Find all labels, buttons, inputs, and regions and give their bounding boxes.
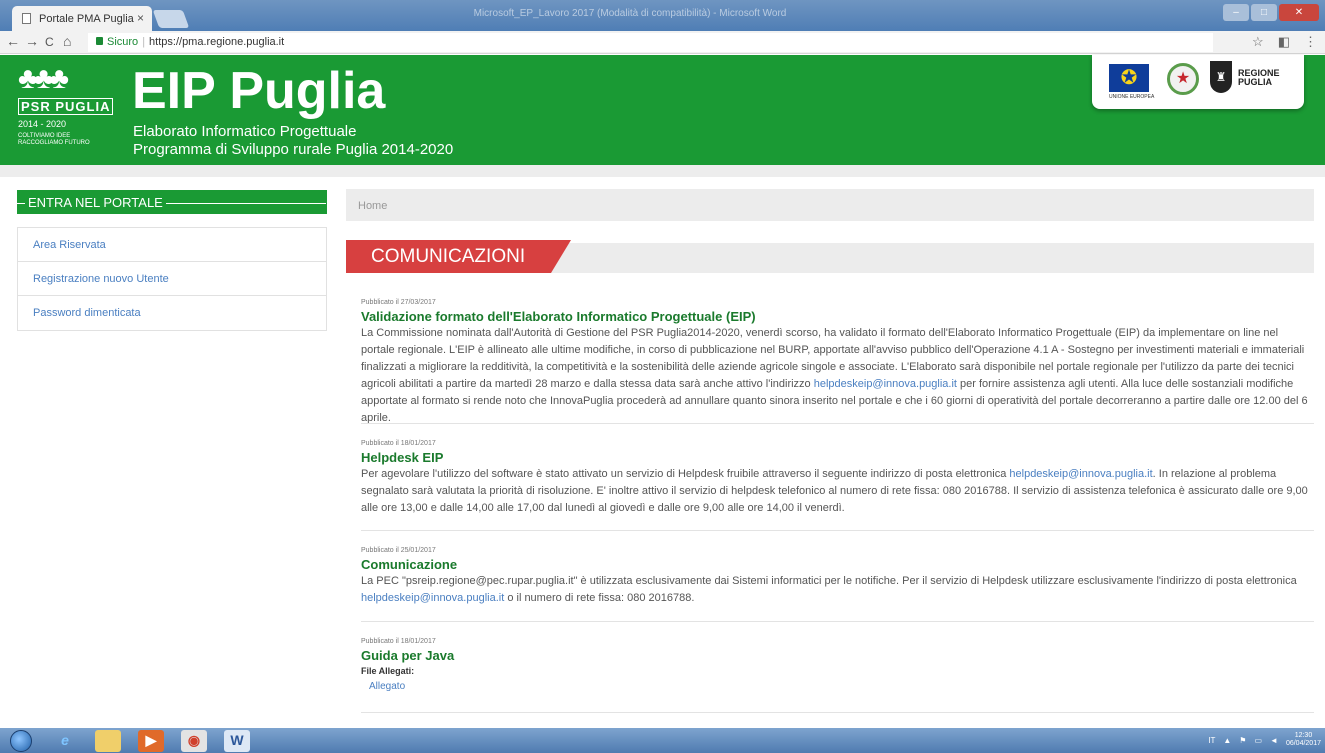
flag-icon[interactable]: ⚑ [1239,736,1246,745]
minimize-button[interactable]: – [1223,4,1249,21]
site-subtitle-1: Elaborato Informatico Progettuale [133,123,357,140]
regione-puglia-crest-icon: ♜ [1210,61,1232,93]
news-item: Pubblicato il 18/01/2017 Helpdesk EIP Pe… [361,439,1313,517]
logo-motto-1: COLTIVIAMO IDEE [18,133,71,139]
news-title[interactable]: Guida per Java [361,647,1313,664]
breadcrumb-home[interactable]: Home [358,200,387,212]
address-bar[interactable]: Sicuro | https://pma.regione.puglia.it [88,33,1213,52]
news-title[interactable]: Helpdesk EIP [361,449,1313,466]
start-button[interactable] [10,730,32,752]
network-icon[interactable]: ▭ [1254,736,1262,745]
news-title[interactable]: Comunicazione [361,556,1313,573]
news-divider [361,530,1314,531]
logo-name: PSR PUGLIA [18,98,114,115]
clock[interactable]: 12:30 06/04/2017 [1286,732,1321,748]
browser-toolbar: ← → C ⌂ Sicuro | https://pma.regione.pugli… [0,31,1325,54]
section-title: COMUNICAZIONI [346,240,571,273]
email-link[interactable]: helpdeskeip@innova.puglia.it [1009,468,1152,480]
site-subtitle-2: Programma di Sviluppo rurale Puglia 2014… [133,141,454,158]
news-date: Pubblicato il 18/01/2017 [361,638,436,645]
media-player-icon[interactable]: ▶ [138,730,164,752]
extension-icon[interactable]: ◧ [1278,34,1290,50]
sidebar-item-registrazione[interactable]: Registrazione nuovo Utente [18,262,326,296]
logo-motto-2: RACCOGLIAMO FUTURO [18,140,90,146]
trees-icon: ♣♣♣ [18,62,69,95]
reload-icon[interactable]: C [45,35,54,49]
window-controls: – □ ✕ [1223,4,1319,21]
maximize-button[interactable]: □ [1251,4,1277,21]
language-indicator[interactable]: IT [1208,736,1215,745]
partner-logos: ✪ UNIONE EUROPEA ★ ♜ REGIONE PUGLIA [1092,55,1304,109]
sidebar-heading: ENTRA NEL PORTALE [17,190,327,214]
news-date: Pubblicato il 27/03/2017 [361,299,436,306]
email-link[interactable]: helpdeskeip@innova.puglia.it [361,592,504,604]
toolbar-icons: ☆ ◧ ⋮ [1252,34,1317,50]
news-text: Per agevolare l'utilizzo del software è … [361,468,1308,514]
psr-puglia-logo[interactable]: ♣♣♣ PSR PUGLIA 2014 - 2020 COLTIVIAMO ID… [18,61,118,159]
tab-title: Portale PMA Puglia [39,13,134,25]
volume-icon[interactable]: ◄ [1270,736,1278,745]
news-item: Pubblicato il 25/01/2017 Comunicazione L… [361,546,1313,607]
news-date: Pubblicato il 18/01/2017 [361,440,436,447]
sidebar-item-area-riservata[interactable]: Area Riservata [18,228,326,262]
url-text: https://pma.regione.puglia.it [149,36,285,48]
news-title[interactable]: Validazione formato dell'Elaborato Infor… [361,308,1313,325]
close-window-button[interactable]: ✕ [1279,4,1319,21]
home-icon[interactable]: ⌂ [63,33,71,49]
sidebar-menu: Area Riservata Registrazione nuovo Utent… [17,227,327,331]
word-icon[interactable]: W [224,730,250,752]
explorer-icon[interactable] [95,730,121,752]
browser-tab[interactable]: Portale PMA Puglia × [12,6,152,31]
back-icon[interactable]: ← [6,33,20,49]
logo-years: 2014 - 2020 [18,119,67,129]
chrome-icon[interactable]: ◉ [181,730,207,752]
window-title: Microsoft_EP_Lavoro 2017 (Modalità di co… [473,8,787,19]
tray-arrow-icon[interactable]: ▲ [1223,736,1231,745]
email-link[interactable]: helpdeskeip@innova.puglia.it [814,378,957,390]
eu-flag-icon: ✪ [1109,64,1149,92]
news-divider [361,712,1314,713]
tab-close-icon[interactable]: × [137,11,144,25]
secure-label: Sicuro [107,36,139,48]
browser-titlebar: Portale PMA Puglia × Microsoft_EP_Lavoro… [0,0,1325,31]
news-divider [361,621,1314,622]
os-taskbar: e ▶ ◉ W IT ▲ ⚑ ▭ ◄ 12:30 06/04/2017 [0,728,1325,753]
ie-icon[interactable]: e [52,730,78,752]
new-tab-button[interactable] [152,10,190,28]
news-item: Pubblicato il 27/03/2017 Validazione for… [361,298,1313,427]
lock-icon [96,37,103,45]
sidebar-item-password[interactable]: Password dimenticata [18,296,326,330]
forward-icon[interactable]: → [25,33,39,49]
site-title[interactable]: EIP Puglia [132,63,385,119]
eu-label: UNIONE EUROPEA [1109,94,1155,100]
italian-emblem-icon: ★ [1167,63,1199,95]
news-divider [361,423,1314,424]
news-text: La Commissione nominata dall'Autorità di… [361,327,1308,424]
news-text: La PEC "psreip.regione@pec.rupar.puglia.… [361,575,1297,604]
regione-puglia-text: REGIONE PUGLIA [1238,68,1280,87]
attachment-link[interactable]: Allegato [369,681,405,692]
header-divider [0,165,1325,177]
page-icon [22,13,31,24]
system-tray: IT ▲ ⚑ ▭ ◄ 12:30 06/04/2017 [1208,732,1321,748]
news-date: Pubblicato il 25/01/2017 [361,547,436,554]
attachments-label: File Allegati: [361,666,415,676]
news-item: Pubblicato il 18/01/2017 Guida per Java … [361,637,1313,695]
breadcrumb: Home [346,189,1314,221]
menu-icon[interactable]: ⋮ [1304,34,1317,50]
star-icon[interactable]: ☆ [1252,34,1264,50]
site-header: ♣♣♣ PSR PUGLIA 2014 - 2020 COLTIVIAMO ID… [0,55,1325,165]
